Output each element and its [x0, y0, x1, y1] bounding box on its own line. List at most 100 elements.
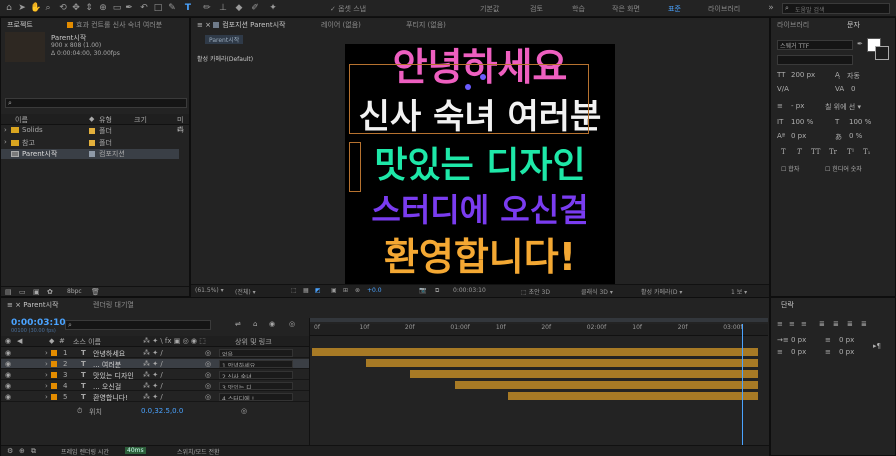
label-color-swatch[interactable] [51, 361, 57, 367]
expand-arrow-icon[interactable]: › [45, 371, 48, 379]
comp-mini-flowchart-icon[interactable]: ⇌ [235, 320, 241, 328]
toggle-switches-modes-button[interactable]: 스위치/모드 전환 [177, 447, 220, 456]
col-size[interactable]: 크기 [134, 115, 147, 125]
draft-3d-icon[interactable]: ⌂ [253, 320, 257, 328]
hand-tool-icon[interactable]: ✋ [30, 3, 41, 13]
layer-duration-bar[interactable] [312, 348, 758, 356]
visibility-icon[interactable]: ◉ [5, 393, 11, 401]
label-color-swatch[interactable] [51, 372, 57, 378]
new-folder-icon[interactable]: ▭ [19, 288, 26, 296]
expand-arrow-icon[interactable]: › [45, 393, 48, 401]
source-name-header[interactable]: 소스 이름 [73, 337, 101, 347]
tab-character[interactable]: 문자 [847, 20, 860, 30]
pickwhip-icon[interactable]: ◎ [205, 393, 211, 401]
home-icon[interactable]: ⌂ [4, 3, 14, 13]
tab-timeline-comp[interactable]: ≡ × Parent시작 [7, 300, 58, 310]
current-timecode[interactable]: 0:00:03:10 [11, 318, 66, 328]
layer-name[interactable]: 맛있는 디자인 [93, 371, 134, 381]
font-family-select[interactable]: 스웨거 TTF [777, 40, 853, 50]
timeline-graph[interactable]: 0f 10f 20f 01:00f 10f 20f 02:00f 10f 20f 03:00f [309, 318, 769, 454]
path-handle[interactable] [480, 74, 486, 80]
vertical-scale-value[interactable]: 100 % [791, 118, 813, 126]
subscript-button[interactable]: T₁ [863, 148, 870, 156]
label-color-swatch[interactable] [51, 394, 57, 400]
layer-switches[interactable]: ⁂ ✦ / [143, 382, 163, 390]
small-caps-button[interactable]: Tr [829, 148, 837, 156]
roto-brush-icon[interactable]: ✐ [250, 3, 260, 13]
clone-stamp-icon[interactable]: ⊥ [218, 3, 228, 13]
help-search-input[interactable]: ⌕ 도움말 검색 [782, 3, 890, 14]
stroke-mode-select[interactable]: 칠 위에 선 ▾ [825, 102, 861, 112]
align-center-icon[interactable]: ≡ [789, 320, 795, 328]
undo-rotate-icon[interactable]: ↶ [139, 3, 149, 13]
col-type[interactable]: 유형 [99, 115, 112, 125]
layer-duration-bar[interactable] [365, 359, 758, 367]
anchor-point-handle[interactable] [465, 84, 471, 90]
pen-tool-icon[interactable]: ✒ [124, 3, 134, 13]
position-value[interactable]: 0.0,32.5,0.0 [141, 407, 183, 415]
horizontal-scale-value[interactable]: 100 % [849, 118, 871, 126]
space-after-value[interactable]: 0 px [839, 348, 854, 356]
expand-arrow-icon[interactable]: › [45, 382, 48, 390]
label-color-swatch[interactable] [51, 350, 57, 356]
layer-switches[interactable]: ⁂ ✦ / [143, 371, 163, 379]
pan-behind-icon[interactable]: ⊕ [98, 3, 108, 13]
camera-dolly-icon[interactable]: ⇕ [84, 3, 94, 13]
overflow-icon[interactable]: » [766, 3, 776, 13]
tab-project[interactable]: 프로젝트 [7, 20, 33, 30]
workspace-default[interactable]: 기본값 [480, 4, 499, 14]
space-before-value[interactable]: 0 px [839, 336, 854, 344]
workspace-small-screen[interactable]: 작은 화면 [612, 4, 640, 14]
parent-link-header[interactable]: 상위 및 링크 [235, 337, 272, 347]
pickwhip-icon[interactable]: ◎ [205, 382, 211, 390]
timeline-search-input[interactable]: ⌕ [65, 320, 211, 330]
align-left-icon[interactable]: ≡ [777, 320, 783, 328]
color-settings-icon[interactable]: ✿ [47, 288, 53, 296]
indent-left-value[interactable]: 0 px [791, 336, 806, 344]
tab-library[interactable]: 라이브러리 [777, 20, 809, 30]
tracking-value[interactable]: 0 [851, 85, 855, 93]
layer-switches-icon[interactable]: ⚙ [7, 447, 13, 455]
layer-bounding-box[interactable] [349, 64, 589, 134]
justify-left-icon[interactable]: ≣ [819, 320, 825, 328]
brush-tool-icon[interactable]: ✏ [202, 3, 212, 13]
trash-icon[interactable]: 🗑 [91, 288, 100, 296]
tab-layer[interactable]: 레이어 (없음) [321, 20, 361, 30]
faux-italic-button[interactable]: T [797, 148, 802, 156]
tab-paragraph[interactable]: 단락 [781, 300, 794, 310]
tab-effect-controls[interactable]: 효과 컨트롤 신사 숙녀 여러분 [67, 20, 162, 30]
pickwhip-icon[interactable]: ◎ [205, 371, 211, 379]
bit-depth-button[interactable]: 8bpc [67, 288, 82, 295]
list-item[interactable]: › 참고 폴더 [1, 138, 189, 148]
list-item[interactable]: › Solids 폴더 ⁂ [1, 126, 189, 136]
puppet-pin-icon[interactable]: ✦ [268, 3, 278, 13]
shy-icon[interactable]: ◉ [269, 320, 275, 328]
first-line-indent-value[interactable]: 0 px [791, 348, 806, 356]
layer-switches[interactable]: ⁂ ✦ / [143, 360, 163, 368]
col-name[interactable]: 이름 [15, 115, 28, 125]
selection-tool-icon[interactable]: ➤ [17, 3, 27, 13]
expand-arrow-icon[interactable]: › [45, 360, 48, 368]
hindi-digits-checkbox[interactable]: ☐ 힌디어 숫자 [825, 164, 862, 173]
eyedropper-icon[interactable]: ✒ [857, 40, 863, 48]
layer-name[interactable]: 안녕하세요 [93, 349, 125, 359]
tab-composition[interactable]: ≡ × 컴포지션 Parent시작 [197, 20, 285, 30]
parent-select[interactable]: 2.신사 숙녀 [219, 371, 293, 379]
direction-icon[interactable]: ▸¶ [873, 342, 881, 350]
parent-select[interactable]: 4.스터디에 ! [219, 393, 293, 401]
list-item[interactable]: Parent시작 컴포지션 [1, 149, 179, 159]
all-caps-button[interactable]: TT [811, 148, 820, 156]
rectangle-tool-icon[interactable]: ▭ [112, 3, 122, 13]
stopwatch-icon[interactable]: ⏱ [77, 407, 82, 416]
composition-canvas[interactable]: 안녕하세요 신사 숙녀 여러분 맛있는 디자인 스터디에 오신걸 환영합니다! [345, 44, 615, 284]
time-ruler[interactable]: 0f 10f 20f 01:00f 10f 20f 02:00f 10f 20f 03:00f [310, 324, 768, 336]
graph-editor-icon[interactable]: ⧉ [31, 447, 36, 456]
motion-blur-icon[interactable]: ◎ [289, 320, 295, 328]
layer-duration-bar[interactable] [508, 392, 758, 400]
type-tool-icon[interactable]: T [183, 3, 193, 13]
parent-select[interactable]: 3.맛있는 디 [219, 382, 293, 390]
faux-bold-button[interactable]: T [781, 148, 786, 156]
camera-orbit-icon[interactable]: ⟲ [58, 3, 68, 13]
workspace-standard[interactable]: 표준 [668, 4, 681, 14]
interpret-footage-icon[interactable]: ▤ [5, 288, 12, 296]
